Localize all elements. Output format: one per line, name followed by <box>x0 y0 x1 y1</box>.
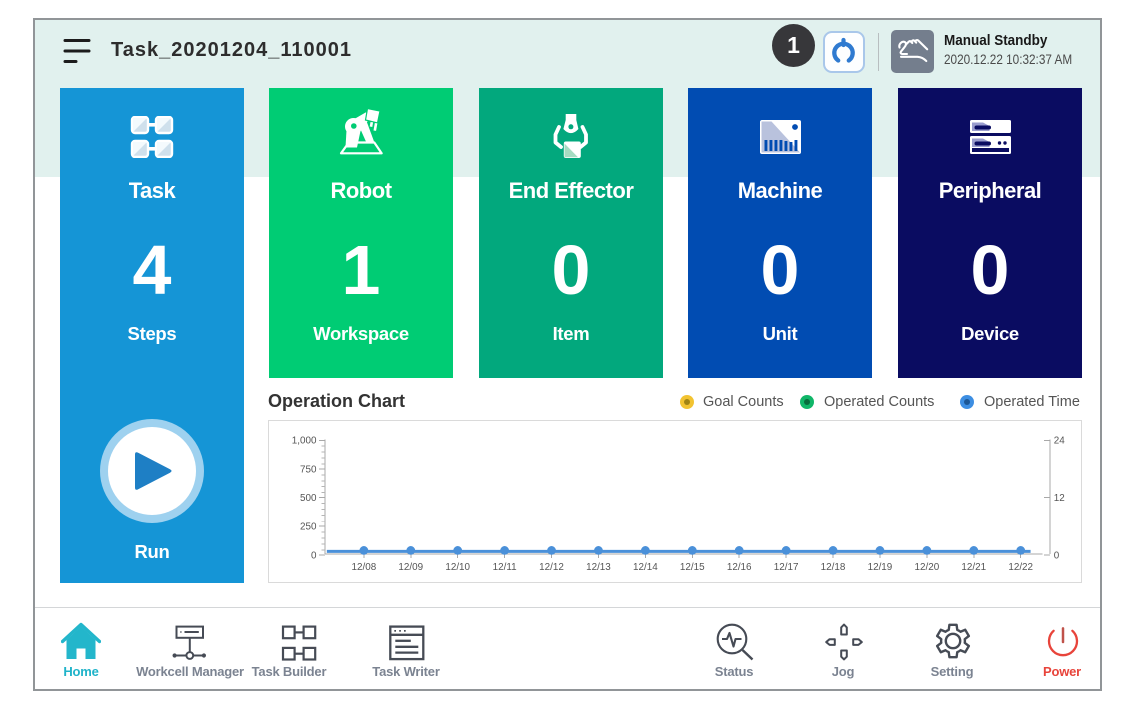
svg-text:250: 250 <box>300 522 317 533</box>
svg-text:0: 0 <box>311 550 317 561</box>
svg-text:12/14: 12/14 <box>633 562 658 573</box>
svg-text:1,000: 1,000 <box>292 436 317 447</box>
svg-text:12/21: 12/21 <box>961 562 986 573</box>
svg-text:12/12: 12/12 <box>539 562 564 573</box>
svg-text:12/22: 12/22 <box>1008 562 1033 573</box>
svg-text:12/13: 12/13 <box>586 562 611 573</box>
svg-text:12/17: 12/17 <box>774 562 799 573</box>
svg-text:12/08: 12/08 <box>352 562 377 573</box>
svg-text:12/18: 12/18 <box>821 562 846 573</box>
svg-text:12/10: 12/10 <box>445 562 470 573</box>
svg-text:24: 24 <box>1054 436 1065 447</box>
svg-text:0: 0 <box>1054 550 1060 561</box>
svg-text:750: 750 <box>300 464 317 475</box>
svg-text:12/11: 12/11 <box>493 562 517 573</box>
svg-text:12/19: 12/19 <box>868 562 893 573</box>
svg-text:12/16: 12/16 <box>727 562 752 573</box>
svg-text:12/20: 12/20 <box>915 562 940 573</box>
svg-text:12: 12 <box>1054 493 1065 504</box>
svg-text:500: 500 <box>300 493 317 504</box>
svg-text:12/09: 12/09 <box>398 562 423 573</box>
svg-text:12/15: 12/15 <box>680 562 705 573</box>
